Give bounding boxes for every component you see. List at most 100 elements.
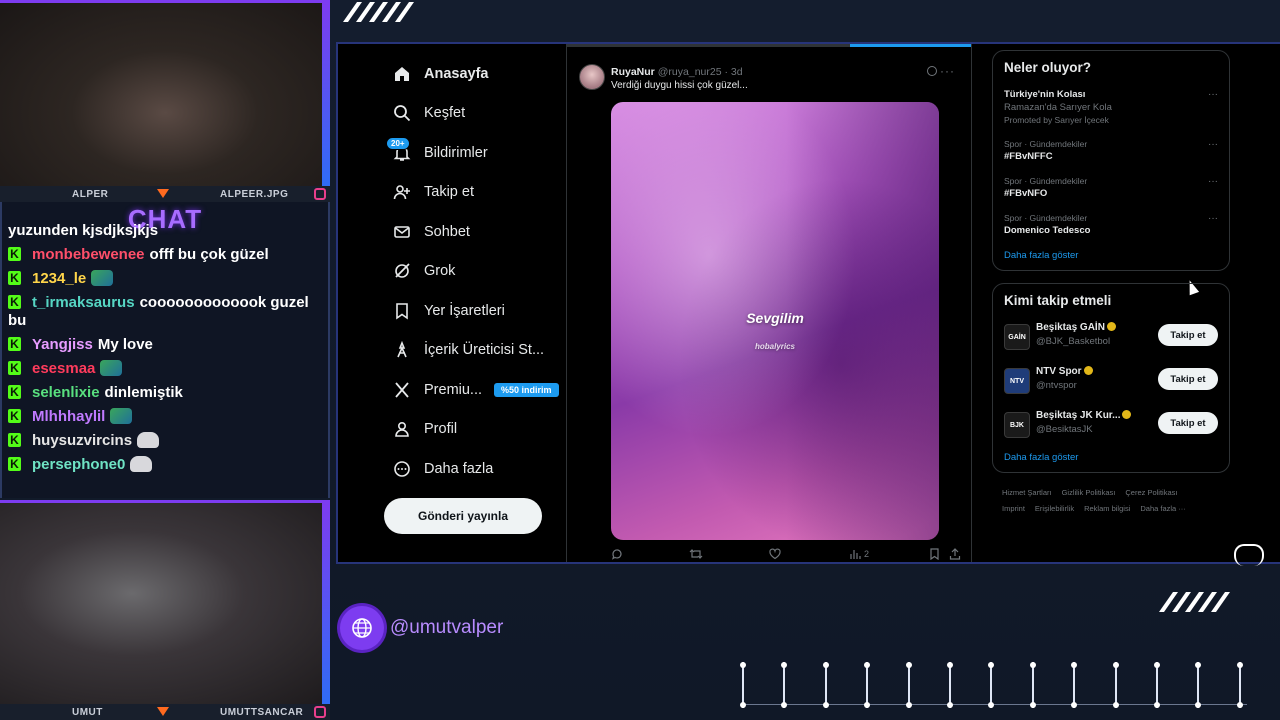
chat-username[interactable]: persephone0 xyxy=(32,456,125,473)
chat-message: bu xyxy=(8,310,322,331)
video-caption: Sevgilim xyxy=(746,310,804,326)
like-icon[interactable] xyxy=(769,548,781,560)
equalizer-baseline xyxy=(742,704,1247,705)
sidebar-item-sohbet[interactable]: Sohbet xyxy=(378,212,568,252)
trend-item[interactable]: Türkiye'nin Kolası Ramazan'da Sarıyer Kol… xyxy=(1004,89,1218,125)
follow-show-more[interactable]: Daha fazla göster xyxy=(1004,452,1218,463)
reply-icon[interactable] xyxy=(611,548,623,560)
sidebar-item-i-çerik-üreticisi-st-[interactable]: İçerik Üreticisi St... xyxy=(378,331,568,371)
follow-button[interactable]: Takip et xyxy=(1158,368,1218,390)
tweet-video[interactable]: Sevgilim hobalyrics xyxy=(611,102,939,540)
tweet-handle: @ruya_nur25 · 3d xyxy=(657,66,743,78)
sidebar-item-premiu-[interactable]: Premiu... %50 indirim xyxy=(378,370,568,410)
follow-button[interactable]: Takip et xyxy=(1158,324,1218,346)
equalizer-bar xyxy=(740,662,746,708)
trend-item[interactable]: Spor · Gündemdekiler #FBvNFFC ··· xyxy=(1004,139,1218,162)
leaf-emote-icon xyxy=(100,360,123,376)
footer-link[interactable]: Daha fazla ··· xyxy=(1140,504,1185,513)
sidebar-item-yer-i-şaretleri[interactable]: Yer İşaretleri xyxy=(378,291,568,331)
share-icon[interactable] xyxy=(949,548,961,560)
cam-bottom-left-name: UMUT xyxy=(72,706,103,718)
chat-username[interactable]: Mlhhhaylil xyxy=(32,408,105,425)
who-to-follow-box: Kimi takip etmeli GAİN Beşiktaş GAİN @BJK_… xyxy=(992,283,1230,473)
timeline[interactable]: RuyaNur @ruya_nur25 · 3d Verdiği duygu hi… xyxy=(566,44,1200,562)
follow-suggestion[interactable]: GAİN Beşiktaş GAİN @BJK_Basketbol Takip et xyxy=(1004,320,1218,364)
repost-icon[interactable] xyxy=(689,548,703,560)
sidebar-item-bildirimler[interactable]: Bildirimler 20+ xyxy=(378,133,568,173)
views-stat[interactable]: 2 xyxy=(849,548,869,560)
trend-title: #FBvNFO xyxy=(1004,188,1048,199)
instagram-icon xyxy=(314,706,326,718)
follow-suggestion[interactable]: BJK Beşiktaş JK Kur... @BesiktasJK Takip et xyxy=(1004,408,1218,452)
creator-studio-icon xyxy=(392,340,412,360)
footer-link[interactable]: Erişilebilirlik xyxy=(1035,504,1074,513)
chat-username[interactable]: monbebewenee xyxy=(32,246,145,263)
chat-message: Kmonbebewenee offf bu çok güzel xyxy=(8,244,322,265)
sidebar-item-label: Yer İşaretleri xyxy=(424,302,505,319)
equalizer-bar xyxy=(988,662,995,708)
chat-username[interactable]: huysuzvircins xyxy=(32,432,132,449)
more-icon[interactable]: ··· xyxy=(1208,213,1218,224)
follow-list: GAİN Beşiktaş GAİN @BJK_Basketbol Takip et N… xyxy=(1004,320,1218,452)
sidebar-item-label: İçerik Üreticisi St... xyxy=(424,342,545,359)
chat-username[interactable]: Yangjiss xyxy=(32,336,93,353)
grok-icon[interactable] xyxy=(927,66,937,76)
chat-username[interactable]: t_irmaksaurus xyxy=(32,294,135,311)
chat-message-text: offf bu çok güzel xyxy=(149,246,269,263)
trend-item[interactable]: Spor · Gündemdekiler Domenico Tedesco ··· xyxy=(1004,213,1218,236)
footer-link[interactable]: Çerez Politikası xyxy=(1125,488,1177,497)
kick-badge-icon: K xyxy=(8,457,21,471)
tweet-text: Verdiği duygu hissi çok güzel... xyxy=(611,80,748,91)
globe-icon xyxy=(340,606,384,650)
home-icon xyxy=(392,64,412,84)
footer-link[interactable]: Gizlilik Politikası xyxy=(1062,488,1116,497)
cam-accent-stripe xyxy=(322,503,330,704)
verified-badge-icon xyxy=(1083,366,1093,375)
sidebar-item-daha-fazla[interactable]: Daha fazla xyxy=(378,449,568,489)
sidebar-item-label: Anasayfa xyxy=(424,65,489,82)
chat-username[interactable]: esesmaa xyxy=(32,360,95,377)
trends-show-more[interactable]: Daha fazla göster xyxy=(1004,250,1218,261)
follow-name-row[interactable]: Beşiktaş GAİN xyxy=(1036,322,1116,333)
sidebar-item-label: Sohbet xyxy=(424,223,470,240)
trend-item[interactable]: Spor · Gündemdekiler #FBvNFO ··· xyxy=(1004,176,1218,199)
footer-link[interactable]: Hizmet Şartları xyxy=(1002,488,1052,497)
chat-username[interactable]: 1234_le xyxy=(32,270,86,287)
more-icon[interactable]: ··· xyxy=(1208,176,1218,187)
arrow-down-icon xyxy=(157,707,169,716)
sidebar-item-label: Grok xyxy=(424,263,456,280)
tweet-author[interactable]: RuyaNur @ruya_nur25 · 3d xyxy=(611,66,743,78)
sidebar-item-anasayfa[interactable]: Anasayfa xyxy=(378,54,568,94)
bookmark-icon[interactable] xyxy=(929,548,940,560)
sidebar-item-profil[interactable]: Profil xyxy=(378,410,568,450)
follow-suggestion[interactable]: NTV NTV Spor @ntvspor Takip et xyxy=(1004,364,1218,408)
trends-title: Neler oluyor? xyxy=(1004,60,1092,75)
equalizer-bar xyxy=(822,662,829,708)
sidebar-item-label: Premiu... xyxy=(424,381,483,398)
tweet-avatar[interactable] xyxy=(579,64,605,90)
chat-message-text: bu xyxy=(8,312,27,329)
follow-avatar[interactable]: NTV xyxy=(1004,368,1030,394)
footer-link[interactable]: Imprint xyxy=(1002,504,1025,513)
sidebar-item-takip-et[interactable]: Takip et xyxy=(378,173,568,213)
equalizer-bar xyxy=(1029,662,1036,708)
follow-avatar[interactable]: BJK xyxy=(1004,412,1030,438)
kick-badge-icon: K xyxy=(8,271,21,285)
sidebar-item-keşfet[interactable]: Keşfet xyxy=(378,94,568,134)
more-icon[interactable]: ··· xyxy=(1208,89,1218,100)
cam-top-right-name: ALPEER.JPG xyxy=(220,188,289,200)
sidebar-item-grok[interactable]: Grok xyxy=(378,252,568,292)
follow-avatar[interactable]: GAİN xyxy=(1004,324,1030,350)
browser-window: Anasayfa Keşfet Bildirimler 20+ Takip et Sohb… xyxy=(336,42,1280,564)
follow-button[interactable]: Takip et xyxy=(1158,412,1218,434)
follow-icon xyxy=(392,182,412,202)
discount-badge: %50 indirim xyxy=(494,382,559,397)
follow-name-row[interactable]: NTV Spor xyxy=(1036,366,1093,377)
cam-top-namebar: ALPER ALPEER.JPG xyxy=(0,186,330,202)
more-icon[interactable]: ··· xyxy=(1208,139,1218,150)
chat-username[interactable]: selenlixie xyxy=(32,384,100,401)
follow-name-row[interactable]: Beşiktaş JK Kur... xyxy=(1036,410,1132,421)
post-button[interactable]: Gönderi yayınla xyxy=(384,498,542,534)
more-icon[interactable]: ··· xyxy=(940,64,955,78)
footer-link[interactable]: Reklam bilgisi xyxy=(1084,504,1130,513)
